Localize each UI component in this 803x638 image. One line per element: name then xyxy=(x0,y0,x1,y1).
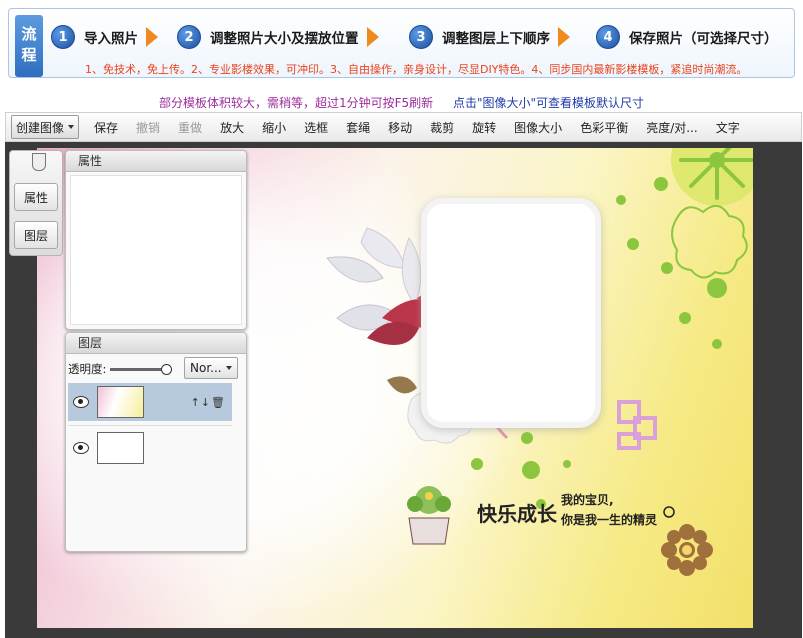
layers-panel: 图层 透明度: Nor... ↑↓🗑 xyxy=(65,332,247,552)
step-2: 2 调整照片大小及摆放位置 xyxy=(177,24,379,50)
step-1: 1 导入照片 xyxy=(51,24,158,50)
layer-thumbnail xyxy=(97,432,144,464)
step-label: 导入照片 xyxy=(84,31,138,47)
panel-handle-icon[interactable] xyxy=(32,153,46,171)
opacity-label: 透明度: xyxy=(68,362,107,376)
notice-refresh-tip: 部分模板体积较大，需稍等，超过1分钟可按F5刷新 xyxy=(158,96,434,110)
step-number: 1 xyxy=(51,25,75,49)
blend-mode-value: Nor... xyxy=(190,361,222,375)
layers-panel-title[interactable]: 图层 xyxy=(66,333,246,354)
create-image-label: 创建图像 xyxy=(16,120,65,135)
step-number: 3 xyxy=(409,25,433,49)
move-button[interactable]: 移动 xyxy=(379,119,421,136)
layer-row[interactable]: ↑↓🗑 xyxy=(68,383,232,421)
image-size-button[interactable]: 图像大小 xyxy=(505,119,571,136)
eye-icon[interactable] xyxy=(73,442,89,454)
notice-size-tip[interactable]: 点击"图像大小"可查看模板默认尺寸 xyxy=(453,96,644,110)
canvas-caption-line1: 我的宝贝, xyxy=(561,493,614,507)
process-banner: 流程 1 导入照片 2 调整照片大小及摆放位置 3 调整图层上下顺序 4 保存照… xyxy=(8,8,795,78)
canvas-caption-line2: 你是我一生的精灵 xyxy=(561,513,658,527)
crop-button[interactable]: 裁剪 xyxy=(421,119,463,136)
step-label: 调整图层上下顺序 xyxy=(442,31,550,47)
workspace: 快乐成长 我的宝贝, 你是我一生的精灵 属性 图层 属性 图层 透明度: Nor… xyxy=(5,142,802,638)
opacity-slider[interactable] xyxy=(110,363,173,375)
properties-panel-body xyxy=(70,175,242,325)
text-button[interactable]: 文字 xyxy=(707,119,749,136)
step-3: 3 调整图层上下顺序 xyxy=(409,24,570,50)
photo-frame[interactable] xyxy=(427,204,595,422)
chevron-right-icon xyxy=(146,27,158,47)
zoom-out-button[interactable]: 缩小 xyxy=(253,119,295,136)
step-label: 调整照片大小及摆放位置 xyxy=(210,31,359,47)
step-number: 4 xyxy=(596,25,620,49)
marquee-button[interactable]: 选框 xyxy=(295,119,337,136)
brightness-contrast-button[interactable]: 亮度/对... xyxy=(637,119,707,136)
side-tab-panel: 属性 图层 xyxy=(9,150,63,256)
layer-thumbnail xyxy=(97,386,144,418)
layers-tab-button[interactable]: 图层 xyxy=(14,221,58,249)
step-number: 2 xyxy=(177,25,201,49)
blend-mode-select[interactable]: Nor... xyxy=(184,357,238,379)
banner-note: 1、免技术，免上传。2、专业影楼效果，可冲印。3、自由操作，亲身设计，尽显DIY… xyxy=(85,63,748,76)
caret-down-icon xyxy=(225,366,232,370)
layer-row[interactable] xyxy=(68,429,232,467)
properties-tab-button[interactable]: 属性 xyxy=(14,183,58,211)
zoom-in-button[interactable]: 放大 xyxy=(211,119,253,136)
toolbar: 创建图像 保存 撤销 重做 放大 缩小 选框 套绳 移动 裁剪 旋转 图像大小 … xyxy=(5,112,802,142)
properties-panel-title[interactable]: 属性 xyxy=(66,151,246,172)
chevron-right-icon xyxy=(366,27,379,47)
step-label: 保存照片（可选择尺寸） xyxy=(629,31,778,47)
notice-line: 部分模板体积较大，需稍等，超过1分钟可按F5刷新 点击"图像大小"可查看模板默认… xyxy=(0,94,803,111)
lasso-button[interactable]: 套绳 xyxy=(337,119,379,136)
save-button[interactable]: 保存 xyxy=(85,119,127,136)
redo-button[interactable]: 重做 xyxy=(169,119,211,136)
opacity-slider-handle[interactable] xyxy=(161,363,173,375)
rotate-button[interactable]: 旋转 xyxy=(463,119,505,136)
undo-button[interactable]: 撤销 xyxy=(127,119,169,136)
layer-divider xyxy=(68,425,232,426)
properties-panel: 属性 xyxy=(65,150,247,330)
step-4: 4 保存照片（可选择尺寸） xyxy=(596,24,778,50)
eye-icon[interactable] xyxy=(73,396,89,408)
canvas-caption-title: 快乐成长 xyxy=(477,502,557,526)
chevron-right-icon xyxy=(558,27,570,47)
flow-tag: 流程 xyxy=(15,15,43,77)
color-balance-button[interactable]: 色彩平衡 xyxy=(571,119,637,136)
caret-down-icon xyxy=(68,125,75,129)
create-image-dropdown[interactable]: 创建图像 xyxy=(11,115,80,139)
layer-order-delete-icons[interactable]: ↑↓🗑 xyxy=(191,396,226,409)
